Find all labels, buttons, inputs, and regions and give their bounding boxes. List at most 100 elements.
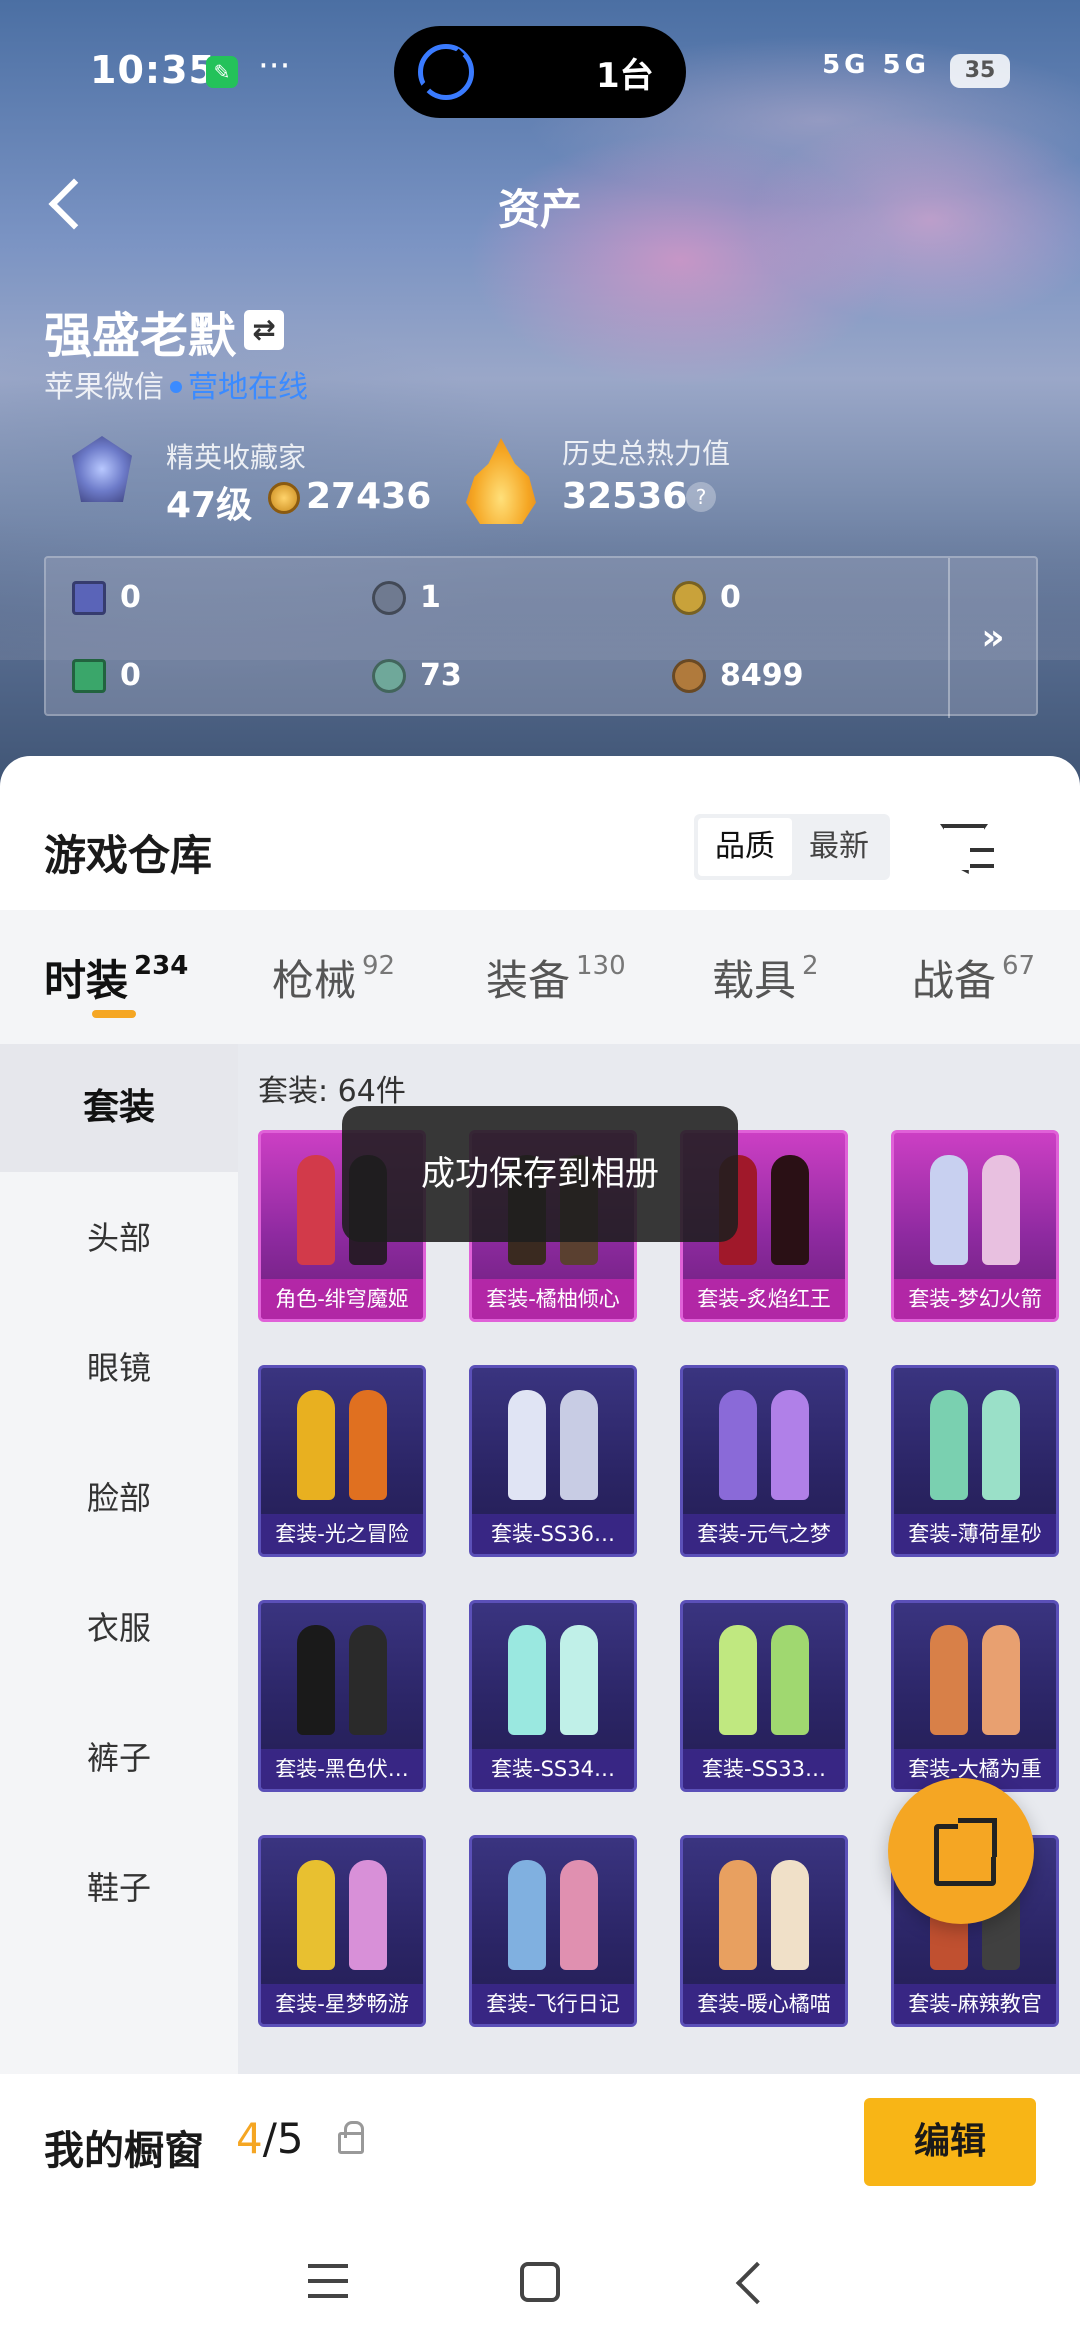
item-card[interactable]: 套装-黑色伏… bbox=[258, 1600, 426, 1792]
resource-bronze-icon bbox=[672, 658, 706, 693]
outfit-figure-image bbox=[297, 1390, 387, 1500]
item-card[interactable]: 套装-元气之梦 bbox=[680, 1365, 848, 1557]
tab-combat-gear[interactable]: 战备 67 bbox=[912, 910, 1035, 1044]
showcase-count: 4/5 bbox=[236, 2114, 304, 2163]
item-card[interactable]: 套装-大橘为重 bbox=[891, 1600, 1059, 1792]
link-icon bbox=[418, 44, 474, 100]
sidebar-item-glasses[interactable]: 眼镜 bbox=[0, 1304, 238, 1432]
heat-label: 历史总热力值 bbox=[562, 437, 731, 470]
edit-button[interactable]: 编辑 bbox=[864, 2098, 1036, 2186]
outfit-figure-image bbox=[297, 1860, 387, 1970]
battery-icon: 35 bbox=[950, 54, 1010, 88]
item-card[interactable]: 套装-光之冒险 bbox=[258, 1365, 426, 1557]
tab-label: 战备 bbox=[912, 955, 997, 1005]
tab-label: 时装 bbox=[44, 955, 129, 1005]
outfit-figure-image bbox=[508, 1860, 598, 1970]
item-card[interactable]: 套装-SS36… bbox=[469, 1365, 637, 1557]
resource-ticket-icon bbox=[72, 658, 106, 693]
item-card-label: 套装-星梦畅游 bbox=[261, 1984, 423, 2024]
item-card-label: 套装-薄荷星砂 bbox=[894, 1514, 1056, 1554]
share-button[interactable] bbox=[888, 1778, 1034, 1924]
item-card[interactable]: 套装-薄荷星砂 bbox=[891, 1365, 1059, 1557]
island-device-count: 1台 bbox=[596, 56, 654, 96]
account-type: 苹果微信 bbox=[44, 370, 164, 405]
item-card[interactable]: 套装-飞行日记 bbox=[469, 1835, 637, 2027]
help-icon[interactable]: ? bbox=[686, 482, 716, 512]
tab-label: 装备 bbox=[486, 955, 571, 1005]
item-card-label: 套装-橘柚倾心 bbox=[472, 1279, 634, 1319]
tab-count: 2 bbox=[802, 951, 819, 981]
coin-icon bbox=[268, 482, 300, 514]
item-card-label: 套装-SS33… bbox=[683, 1749, 845, 1789]
tab-count: 67 bbox=[1002, 951, 1036, 981]
item-card[interactable]: 套装-SS33… bbox=[680, 1600, 848, 1792]
showcase-total: /5 bbox=[262, 2114, 304, 2163]
status-bar: 10:35 ✎ ··· 1台 5G 5G 35 bbox=[0, 0, 1080, 140]
online-dot-icon bbox=[170, 381, 182, 393]
tab-count: 234 bbox=[134, 951, 189, 981]
online-status: 营地在线 bbox=[188, 370, 308, 405]
heat-value: 32536 bbox=[562, 476, 688, 517]
nav-home-icon[interactable] bbox=[520, 2262, 560, 2302]
filter-icon[interactable] bbox=[940, 822, 994, 874]
item-card[interactable]: 套装-梦幻火箭 bbox=[891, 1130, 1059, 1322]
assets-screen: 10:35 ✎ ··· 1台 5G 5G 35 资产 强盛老默 ⇄ 苹果微信 营地… bbox=[0, 0, 1080, 2347]
collector-badge-icon bbox=[62, 432, 142, 512]
resource-gem-icon bbox=[372, 658, 406, 693]
sidebar-item-pants[interactable]: 裤子 bbox=[0, 1694, 238, 1822]
rank-level: 47级 bbox=[166, 485, 253, 526]
category-tabs: 时装 234 枪械 92 装备 130 载具 2 战备 67 bbox=[0, 910, 1080, 1044]
resource-item: 8499 bbox=[672, 658, 804, 693]
sidebar-item-head[interactable]: 头部 bbox=[0, 1174, 238, 1302]
item-card-label: 套装-SS36… bbox=[472, 1514, 634, 1554]
item-card-label: 套装-黑色伏… bbox=[261, 1749, 423, 1789]
sidebar-item-clothes[interactable]: 衣服 bbox=[0, 1564, 238, 1692]
item-card[interactable]: 套装-星梦畅游 bbox=[258, 1835, 426, 2027]
item-card[interactable]: 套装-SS34… bbox=[469, 1600, 637, 1792]
lock-icon bbox=[338, 2121, 364, 2154]
sort-quality[interactable]: 品质 bbox=[698, 818, 792, 876]
resource-value: 8499 bbox=[720, 658, 804, 693]
active-tab-indicator bbox=[92, 1010, 136, 1018]
outfit-figure-image bbox=[719, 1390, 809, 1500]
app-notification-icon: ✎ bbox=[206, 56, 238, 88]
resource-coin-s-icon bbox=[372, 580, 406, 615]
tab-label: 枪械 bbox=[272, 955, 357, 1005]
tab-equipment[interactable]: 装备 130 bbox=[486, 910, 626, 1044]
showcase-label: 我的橱窗 bbox=[44, 2128, 204, 2174]
tab-guns[interactable]: 枪械 92 bbox=[272, 910, 395, 1044]
clock: 10:35 bbox=[90, 48, 216, 92]
item-card[interactable]: 套装-暖心橘喵 bbox=[680, 1835, 848, 2027]
sort-newest[interactable]: 最新 bbox=[792, 818, 886, 876]
account-info: 苹果微信 营地在线 bbox=[44, 362, 308, 406]
resource-item: 73 bbox=[372, 658, 462, 693]
item-card-label: 套装-梦幻火箭 bbox=[894, 1279, 1056, 1319]
resource-value: 0 bbox=[120, 658, 141, 693]
resource-item: 0 bbox=[672, 580, 741, 615]
resource-value: 73 bbox=[420, 658, 462, 693]
resource-value: 1 bbox=[420, 580, 441, 615]
sidebar-item-shoes[interactable]: 鞋子 bbox=[0, 1824, 238, 1952]
tab-vehicles[interactable]: 载具 2 bbox=[712, 910, 819, 1044]
item-card-label: 套装-光之冒险 bbox=[261, 1514, 423, 1554]
filter-lines bbox=[970, 848, 994, 868]
item-card-label: 套装-飞行日记 bbox=[472, 1984, 634, 2024]
nav-menu-icon[interactable] bbox=[308, 2264, 348, 2298]
sidebar-item-face[interactable]: 脸部 bbox=[0, 1434, 238, 1562]
outfit-figure-image bbox=[508, 1625, 598, 1735]
sidebar-item-suits[interactable]: 套装 bbox=[0, 1044, 238, 1172]
tab-label: 载具 bbox=[712, 955, 797, 1005]
switch-account-icon[interactable]: ⇄ bbox=[244, 310, 284, 350]
resources-expand-button[interactable]: » bbox=[948, 558, 1036, 718]
resource-item: 1 bbox=[372, 580, 441, 615]
outfit-figure-image bbox=[297, 1625, 387, 1735]
tab-fashion[interactable]: 时装 234 bbox=[44, 910, 188, 1044]
item-card-label: 套装-暖心橘喵 bbox=[683, 1984, 845, 2024]
sort-toggle: 品质 最新 bbox=[694, 814, 890, 880]
item-card-label: 套装-元气之梦 bbox=[683, 1514, 845, 1554]
coin-value: 27436 bbox=[306, 476, 432, 517]
resource-value: 0 bbox=[720, 580, 741, 615]
tab-count: 92 bbox=[362, 951, 396, 981]
toast-message: 成功保存到相册 bbox=[342, 1106, 738, 1242]
resource-item: 0 bbox=[72, 658, 141, 693]
